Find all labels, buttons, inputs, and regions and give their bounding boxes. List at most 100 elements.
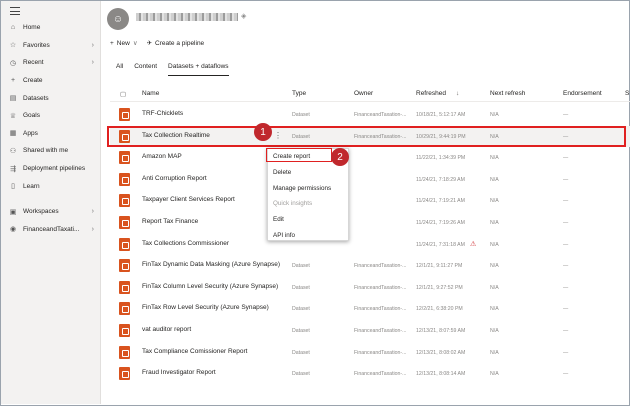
- apps-icon: ▦: [9, 130, 17, 138]
- tab-content[interactable]: Content: [134, 63, 157, 76]
- table-row[interactable]: Tax Collections Commissioner 11/24/21, 7:…: [110, 234, 630, 256]
- cell-name[interactable]: FinTax Dynamic Data Masking (Azure Synap…: [142, 261, 280, 268]
- dataset-icon: [119, 108, 130, 121]
- cell-type: Dataset: [292, 112, 310, 118]
- cell-type: Dataset: [292, 306, 310, 313]
- cell-name[interactable]: Amazon MAP: [142, 153, 182, 160]
- table-row[interactable]: vat auditor report Dataset FinanceandTaxat…: [110, 320, 630, 342]
- cell-endorsement: —: [563, 241, 569, 248]
- cell-refreshed: 11/22/21, 1:34:39 PM: [416, 155, 466, 162]
- table-row[interactable]: Report Tax Finance 11/24/21, 7:19:26 AM N/…: [110, 212, 630, 234]
- premium-diamond-icon: ◈: [241, 13, 247, 20]
- cell-name[interactable]: Tax Collections Commissioner: [142, 240, 229, 247]
- menu-item-manage-permissions[interactable]: Manage permissions: [268, 180, 348, 196]
- cell-type: Dataset: [292, 349, 310, 356]
- sidebar-item-datasets[interactable]: ▤ Datasets: [1, 89, 101, 107]
- cell-next: N/A: [490, 284, 499, 291]
- table-row[interactable]: Fraud Investigator Report Dataset Financea…: [110, 363, 630, 385]
- sidebar-item-favorites[interactable]: ☆ Favorites ›: [1, 37, 101, 55]
- cell-endorsement: —: [563, 198, 569, 205]
- chevron-right-icon[interactable]: ›: [92, 59, 94, 66]
- cell-refreshed: 11/24/21, 7:19:21 AM: [416, 198, 465, 205]
- cell-endorsement: —: [563, 284, 569, 291]
- sidebar-item-apps[interactable]: ▦ Apps: [1, 125, 101, 143]
- column-owner[interactable]: Owner: [354, 90, 373, 97]
- sidebar-item-home[interactable]: ⌂ Home: [1, 19, 101, 37]
- table-row[interactable]: FinTax Dynamic Data Masking (Azure Synap…: [110, 255, 630, 277]
- sidebar-item-financeandtaxati[interactable]: ◉ FinanceandTaxati... ›: [1, 221, 101, 239]
- dataset-icon: [119, 302, 130, 316]
- cell-refreshed: 12/13/21, 8:08:14 AM: [416, 371, 466, 378]
- sort-down-icon[interactable]: ↓: [456, 90, 459, 97]
- table-row[interactable]: TRF-Chicklets Dataset FinanceandTaxation-.…: [110, 104, 630, 126]
- cell-endorsement: —: [563, 306, 569, 313]
- sidebar-item-learn[interactable]: ▯ Learn: [1, 177, 101, 195]
- dataset-icon: [119, 237, 130, 251]
- menu-item-delete[interactable]: Delete: [268, 165, 348, 181]
- table-row[interactable]: FinTax Column Level Security (Azure Syna…: [110, 277, 630, 299]
- cell-owner: FinanceandTaxation-...: [354, 284, 407, 291]
- sidebar-item-recent[interactable]: ◷ Recent ›: [1, 54, 101, 72]
- tab-datasets-dataflows[interactable]: Datasets + dataflows: [168, 63, 229, 76]
- cell-endorsement: —: [563, 371, 569, 378]
- workspace-name-redacted: [136, 13, 238, 21]
- cell-refreshed: 11/24/21, 7:19:26 AM: [416, 219, 465, 226]
- cell-name[interactable]: FinTax Column Level Security (Azure Syna…: [142, 283, 278, 290]
- content-tabs: All Content Datasets + dataflows: [116, 63, 240, 76]
- sidebar-item-goals[interactable]: ♕ Goals: [1, 107, 101, 125]
- column-endorsement[interactable]: Endorsement: [563, 90, 602, 97]
- sidebar-item-deployment-pipelines[interactable]: ⇶ Deployment pipelines: [1, 160, 101, 178]
- callout-badge-1: 1: [254, 123, 272, 141]
- chevron-right-icon[interactable]: ›: [92, 226, 94, 233]
- cell-refreshed: 12/1/21, 9:11:27 PM: [416, 263, 463, 270]
- hamburger-menu-icon[interactable]: [10, 7, 20, 15]
- cell-name[interactable]: Report Tax Finance: [142, 218, 198, 225]
- cell-next: N/A: [490, 241, 499, 248]
- chevron-right-icon[interactable]: ›: [92, 42, 94, 49]
- cell-name[interactable]: Anti Corruption Report: [142, 175, 207, 182]
- menu-item-edit[interactable]: Edit: [268, 212, 348, 228]
- cell-endorsement: —: [563, 263, 569, 270]
- column-next-refresh[interactable]: Next refresh: [490, 90, 525, 97]
- column-type[interactable]: Type: [292, 90, 306, 97]
- cell-type: Dataset: [292, 263, 310, 270]
- column-name[interactable]: Name: [142, 90, 159, 97]
- new-button[interactable]: + New ∨: [110, 39, 138, 48]
- table-row[interactable]: Tax Compliance Comissioner Report Dataset…: [110, 342, 630, 364]
- cell-name[interactable]: Fraud Investigator Report: [142, 369, 216, 376]
- dataset-icon: [119, 259, 130, 273]
- cell-next: N/A: [490, 176, 499, 183]
- cell-name[interactable]: vat auditor report: [142, 326, 191, 333]
- sidebar-item-label: Recent: [23, 59, 44, 67]
- table-row[interactable]: Anti Corruption Report 11/24/21, 7:18:29 …: [110, 169, 630, 191]
- nav-list: ⌂ Home ☆ Favorites › ◷ Recent › + Create ▤ Datasets…: [1, 19, 101, 238]
- cell-refreshed: 12/13/21, 8:07:59 AM: [416, 327, 466, 334]
- file-type-icon: ▢: [120, 91, 127, 98]
- cell-name[interactable]: Tax Compliance Comissioner Report: [142, 348, 248, 355]
- column-sensitivity[interactable]: S: [625, 90, 629, 97]
- cell-next: N/A: [490, 371, 499, 378]
- table-row[interactable]: Amazon MAP 11/22/21, 1:34:39 PM N/A —: [110, 147, 630, 169]
- sidebar-item-create[interactable]: + Create: [1, 72, 101, 90]
- sidebar-item-shared-with-me[interactable]: ⚇ Shared with me: [1, 142, 101, 160]
- menu-item-api-info[interactable]: API info: [268, 227, 348, 243]
- warning-icon[interactable]: ⚠: [470, 240, 476, 248]
- cell-endorsement: —: [563, 327, 569, 334]
- chevron-right-icon[interactable]: ›: [92, 208, 94, 215]
- cell-next: N/A: [490, 349, 499, 356]
- create-pipeline-button[interactable]: ✈ Create a pipeline: [147, 39, 205, 48]
- cell-name[interactable]: Taxpayer Client Services Report: [142, 196, 235, 203]
- cell-type: Dataset: [292, 371, 310, 378]
- cell-name[interactable]: FinTax Row Level Security (Azure Synapse…: [142, 304, 269, 311]
- tab-all[interactable]: All: [116, 63, 123, 76]
- database-icon: ▤: [9, 95, 17, 103]
- table-row[interactable]: FinTax Row Level Security (Azure Synapse…: [110, 298, 630, 320]
- dataset-icon: [119, 151, 130, 165]
- column-refreshed[interactable]: Refreshed: [416, 90, 446, 97]
- cell-next: N/A: [490, 327, 499, 334]
- cell-name[interactable]: TRF-Chicklets: [142, 110, 183, 117]
- sidebar-item-label: FinanceandTaxati...: [23, 225, 80, 233]
- pipeline-icon: ⇶: [10, 165, 16, 173]
- sidebar-item-workspaces[interactable]: ▣ Workspaces ›: [1, 203, 101, 221]
- table-row[interactable]: Taxpayer Client Services Report 11/24/21,…: [110, 190, 630, 212]
